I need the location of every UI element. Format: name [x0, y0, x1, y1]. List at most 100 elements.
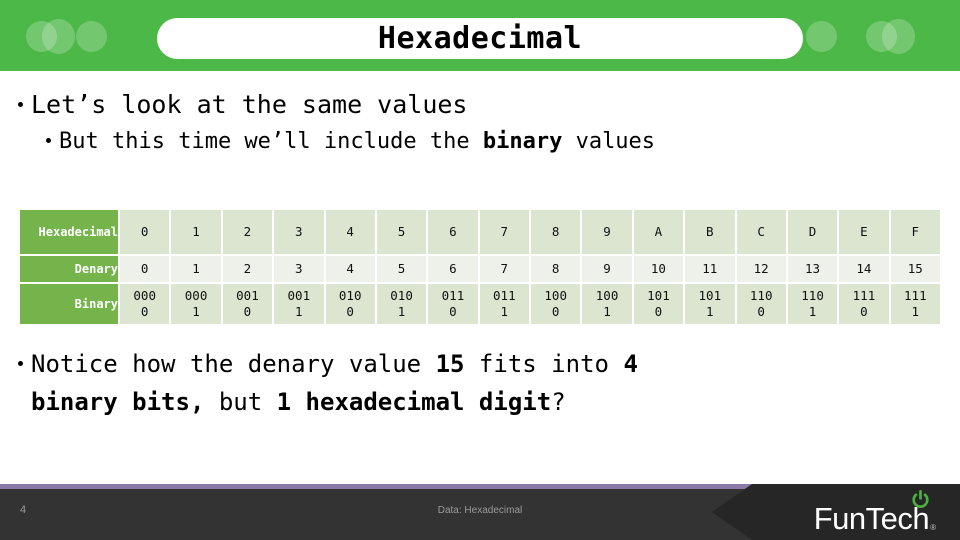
- hexadecimal-conversion-table: Hexadecimal 0 1 2 3 4 5 6 7 8 9 A B C D …: [18, 208, 942, 326]
- table-cell-hex: F: [890, 210, 940, 254]
- table-cell-hex: 1: [171, 210, 221, 254]
- bullet-dot-icon: [18, 361, 23, 366]
- registered-trademark-icon: ®: [930, 523, 936, 532]
- table-cell-hex: D: [787, 210, 838, 254]
- binary-part-low: 0: [551, 304, 560, 319]
- page-title: Hexadecimal: [377, 20, 583, 56]
- table-cell-binary: 001 0: [222, 284, 273, 324]
- binary-part-low: 1: [500, 304, 509, 319]
- table-cell-binary: 101 0: [633, 284, 684, 324]
- table-cell-denary: 2: [222, 256, 273, 282]
- table-row-denary: Denary 0 1 2 3 4 5 6 7 8 9 10 11 12 13 1…: [20, 256, 940, 282]
- table-cell-binary: 011 0: [428, 284, 478, 324]
- binary-part-low: 1: [397, 304, 406, 319]
- notice-value-4: 4: [623, 350, 638, 378]
- table-cell-binary: 111 1: [890, 284, 940, 324]
- table-cell-hex: 5: [376, 210, 427, 254]
- binary-part-low: 0: [757, 304, 765, 319]
- binary-part-high: 000: [184, 288, 208, 303]
- binary-part-low: 0: [346, 304, 354, 319]
- row-label-denary: Denary: [20, 256, 118, 282]
- table-cell-hex: B: [685, 210, 735, 254]
- table-cell-binary: 001 1: [274, 284, 324, 324]
- table-cell-hex: E: [839, 210, 889, 254]
- bullet-text-2-part-c: values: [562, 129, 656, 154]
- binary-part-high: 001: [236, 288, 259, 303]
- table-cell-denary: 9: [582, 256, 632, 282]
- table-cell-hex: C: [736, 210, 786, 254]
- binary-part-high: 101: [647, 288, 670, 303]
- table-cell-denary: 6: [428, 256, 478, 282]
- notice-part-b: fits into: [464, 350, 624, 378]
- bullet-dot-icon: [46, 138, 51, 143]
- table-cell-hex: 4: [325, 210, 375, 254]
- table-cell-denary: 10: [633, 256, 684, 282]
- binary-part-low: 0: [449, 304, 457, 319]
- bullet-item-3: Notice how the denary value 15 fits into…: [0, 345, 940, 383]
- table-cell-hex: 6: [428, 210, 478, 254]
- table-cell-denary: 14: [839, 256, 889, 282]
- top-bullet-list: Let’s look at the same values But this t…: [0, 86, 940, 160]
- table-cell-binary: 010 1: [376, 284, 427, 324]
- notice-part-e: 1 hexadecimal digit: [276, 388, 552, 416]
- decorative-circle-icon: [42, 19, 75, 54]
- notice-part-d: but: [204, 388, 277, 416]
- table-row-binary: Binary 000 0 000 1 001 0 001 1 010 0 010 1 011…: [20, 284, 940, 324]
- table-cell-hex: 9: [582, 210, 632, 254]
- table-cell-binary: 111 0: [839, 284, 889, 324]
- binary-part-high: 101: [698, 288, 722, 303]
- table-cell-hex: 0: [120, 210, 170, 254]
- notice-part-c: binary bits,: [31, 388, 205, 416]
- binary-part-high: 110: [801, 288, 824, 303]
- title-pill: Hexadecimal: [157, 18, 803, 59]
- table-cell-denary: 8: [531, 256, 581, 282]
- table-cell-hex: A: [633, 210, 684, 254]
- binary-part-high: 110: [749, 288, 773, 303]
- bullet-text-2: But this time we’ll include the binary v…: [59, 124, 655, 160]
- table-cell-denary: 4: [325, 256, 375, 282]
- notice-part-f: ?: [551, 388, 566, 416]
- bullet-text-3-continued: binary bits, but 1 hexadecimal digit?: [0, 383, 940, 421]
- table-cell-binary: 010 0: [325, 284, 375, 324]
- table-cell-denary: 1: [171, 256, 221, 282]
- table-cell-denary: 11: [685, 256, 735, 282]
- table-cell-hex: 7: [479, 210, 529, 254]
- table-cell-binary: 110 0: [736, 284, 786, 324]
- table-cell-denary: 5: [376, 256, 427, 282]
- decorative-circle-icon: [806, 21, 837, 52]
- bullet-text-1: Let’s look at the same values: [31, 90, 468, 119]
- binary-part-low: 0: [654, 304, 663, 319]
- binary-part-high: 111: [852, 288, 876, 303]
- bottom-bullet-list: Notice how the denary value 15 fits into…: [0, 345, 940, 421]
- decorative-circle-icon: [76, 21, 107, 52]
- row-label-binary: Binary: [20, 284, 118, 324]
- table-cell-denary: 15: [890, 256, 940, 282]
- notice-value-15: 15: [435, 350, 465, 378]
- binary-part-low: 1: [603, 304, 611, 319]
- binary-part-low: 1: [706, 304, 714, 319]
- bullet-item-1: Let’s look at the same values: [0, 86, 940, 124]
- binary-part-high: 100: [595, 288, 619, 303]
- binary-part-low: 1: [808, 304, 817, 319]
- binary-part-low: 1: [911, 304, 920, 319]
- table-cell-binary: 100 1: [582, 284, 632, 324]
- table-cell-binary: 011 1: [479, 284, 529, 324]
- bullet-text-3: Notice how the denary value 15 fits into…: [31, 345, 638, 383]
- bullet-text-2-part-a: But this time we’ll include the: [59, 129, 483, 154]
- notice-part-a: Notice how the denary value: [31, 350, 436, 378]
- table-cell-binary: 000 0: [120, 284, 170, 324]
- table-cell-hex: 3: [274, 210, 324, 254]
- bullet-text-2-emphasis: binary: [482, 129, 563, 154]
- slide-footer: 4 Data: Hexadecimal FunTech ®: [0, 484, 960, 540]
- power-icon: [912, 490, 929, 508]
- binary-part-low: 0: [140, 304, 149, 319]
- table-cell-denary: 3: [274, 256, 324, 282]
- binary-part-high: 011: [493, 288, 516, 303]
- binary-part-low: 0: [243, 304, 252, 319]
- bullet-item-2: But this time we’ll include the binary v…: [0, 124, 940, 160]
- table-cell-denary: 12: [736, 256, 786, 282]
- table-row-hexadecimal: Hexadecimal 0 1 2 3 4 5 6 7 8 9 A B C D …: [20, 210, 940, 254]
- row-label-hexadecimal: Hexadecimal: [20, 210, 118, 254]
- header-banner: Hexadecimal: [0, 0, 960, 71]
- table-cell-denary: 0: [120, 256, 170, 282]
